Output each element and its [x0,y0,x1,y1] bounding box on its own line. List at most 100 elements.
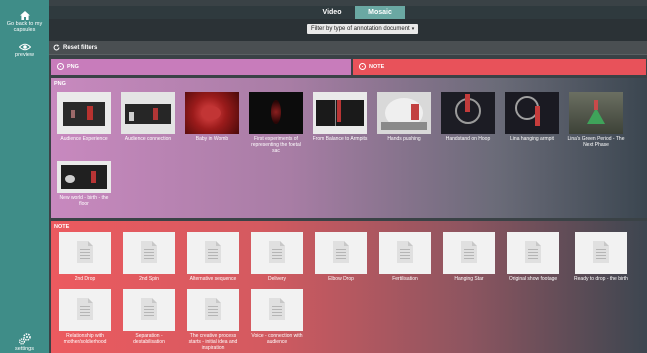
reset-filters-button[interactable]: Reset filters [53,43,97,53]
note-card[interactable]: 2nd Drop [56,232,114,283]
document-icon [77,241,93,263]
filter-png-button[interactable]: PNG [51,59,351,75]
png-thumbnail [121,92,175,134]
note-caption: Hanging Star [454,276,484,282]
note-section: NOTE 2nd Drop 2nd Spin Alternative seque… [51,221,647,353]
note-caption: The creative process starts - initial id… [188,333,238,351]
png-caption: Audience connection [124,136,172,142]
tab-mosaic[interactable]: Mosaic [355,6,405,19]
note-card[interactable]: Original show footage [504,232,562,283]
document-icon [525,241,541,263]
png-caption: Hands pushing [387,136,421,142]
document-icon [333,241,349,263]
document-icon [141,298,157,320]
note-caption: Relationship with mother/soldierhood [63,333,107,345]
note-section-title: NOTE [54,224,70,230]
png-caption: Baby in Womb [195,136,229,142]
png-thumbnail [313,92,367,134]
document-icon [141,241,157,263]
note-thumbnail [443,232,495,274]
note-card[interactable]: Fertilisation [376,232,434,283]
png-thumbnail [569,92,623,134]
note-card[interactable]: Separation - destabilisation [120,289,178,346]
png-card-first-experiments[interactable]: First experiments of representing the fo… [247,92,305,154]
document-icon [269,241,285,263]
reset-filters-label: Reset filters [63,45,98,51]
png-card-handstand-on-hoop[interactable]: Handstand on Hoop [439,92,497,143]
note-caption: Elbow Drop [328,276,354,282]
note-thumbnail [59,232,111,274]
png-thumbnail [377,92,431,134]
note-caption: Separation - destabilisation [133,333,165,345]
png-section: PNG Audience Experience Audience connect… [51,78,647,218]
document-icon [205,298,221,320]
settings-label: settings [15,346,34,352]
png-thumbnail [185,92,239,134]
note-thumbnail [251,289,303,331]
note-thumbnail [187,289,239,331]
note-card[interactable]: Hanging Star [440,232,498,283]
png-caption: Handstand on Hoop [445,136,491,142]
png-card-from-balance[interactable]: From Balance to Armpits [311,92,369,143]
png-caption: From Balance to Armpits [312,136,368,142]
png-card-audience-connection[interactable]: Audience connection [119,92,177,143]
filter-note-label: NOTE [369,64,385,70]
note-caption: 2nd Drop [74,276,96,282]
note-thumbnail [507,232,559,274]
radio-icon [359,63,366,71]
filter-note-button[interactable]: NOTE [353,59,646,75]
png-thumbnail [441,92,495,134]
document-icon [397,241,413,263]
filter-png-label: PNG [67,64,79,70]
png-thumbnail [57,161,111,193]
png-thumbnail [505,92,559,134]
note-card[interactable]: Ready to drop - the birth [568,232,634,283]
eye-icon [18,43,31,51]
png-card-baby-in-womb[interactable]: Baby in Womb [183,92,241,143]
type-filter-bar: PNG NOTE [49,59,647,75]
png-card-audience-experience[interactable]: Audience Experience [55,92,113,143]
settings-button[interactable]: settings [0,333,49,352]
back-to-capsules-label: Go back to my capsules [6,21,43,33]
png-thumbnail [249,92,303,134]
sidebar: Go back to my capsules preview settings [0,0,49,353]
annotation-type-select-value: Filter by type of annotation document [311,26,410,32]
png-card-lina-hanging[interactable]: Lina hanging armpit [503,92,561,143]
png-card-hands-pushing[interactable]: Hands pushing [375,92,433,143]
png-caption: Audience Experience [60,136,108,142]
note-caption: Original show footage [508,276,558,282]
note-card[interactable]: Voice - connection with audience [248,289,306,346]
home-icon [19,11,30,20]
note-thumbnail [315,232,367,274]
note-caption: 2nd Spin [139,276,159,282]
note-card[interactable]: 2nd Spin [120,232,178,283]
note-card[interactable]: Alternative sequence [184,232,242,283]
png-card-lina-green-period[interactable]: Lina's Green Period - The Next Phase [567,92,625,149]
chevron-down-icon: ▾ [411,26,415,32]
gears-icon [18,333,31,345]
note-thumbnail [379,232,431,274]
annotation-type-select[interactable]: Filter by type of annotation document ▾ [307,24,419,34]
note-caption: Alternative sequence [189,276,237,282]
document-icon [593,241,609,263]
tab-video[interactable]: Video [309,6,355,19]
note-card[interactable]: The creative process starts - initial id… [184,289,242,351]
note-card[interactable]: Elbow Drop [312,232,370,283]
png-caption: Lina's Green Period - The Next Phase [567,136,625,148]
preview-button[interactable]: preview [0,43,49,58]
note-thumbnail [123,289,175,331]
png-caption: First experiments of representing the fo… [251,136,301,154]
view-tabs: Video Mosaic [49,6,647,19]
note-caption: Fertilisation [392,276,418,282]
note-thumbnail [59,289,111,331]
png-card-new-world[interactable]: New world - birth - the floor [55,161,113,208]
document-icon [461,241,477,263]
png-caption: Lina hanging armpit [510,136,554,142]
refresh-icon [53,44,60,51]
note-card[interactable]: Delivery [248,232,306,283]
reset-bar: Reset filters [49,41,647,55]
note-thumbnail [187,232,239,274]
note-card[interactable]: Relationship with mother/soldierhood [56,289,114,346]
back-to-capsules-button[interactable]: Go back to my capsules [0,11,49,33]
png-thumbnail [57,92,111,134]
